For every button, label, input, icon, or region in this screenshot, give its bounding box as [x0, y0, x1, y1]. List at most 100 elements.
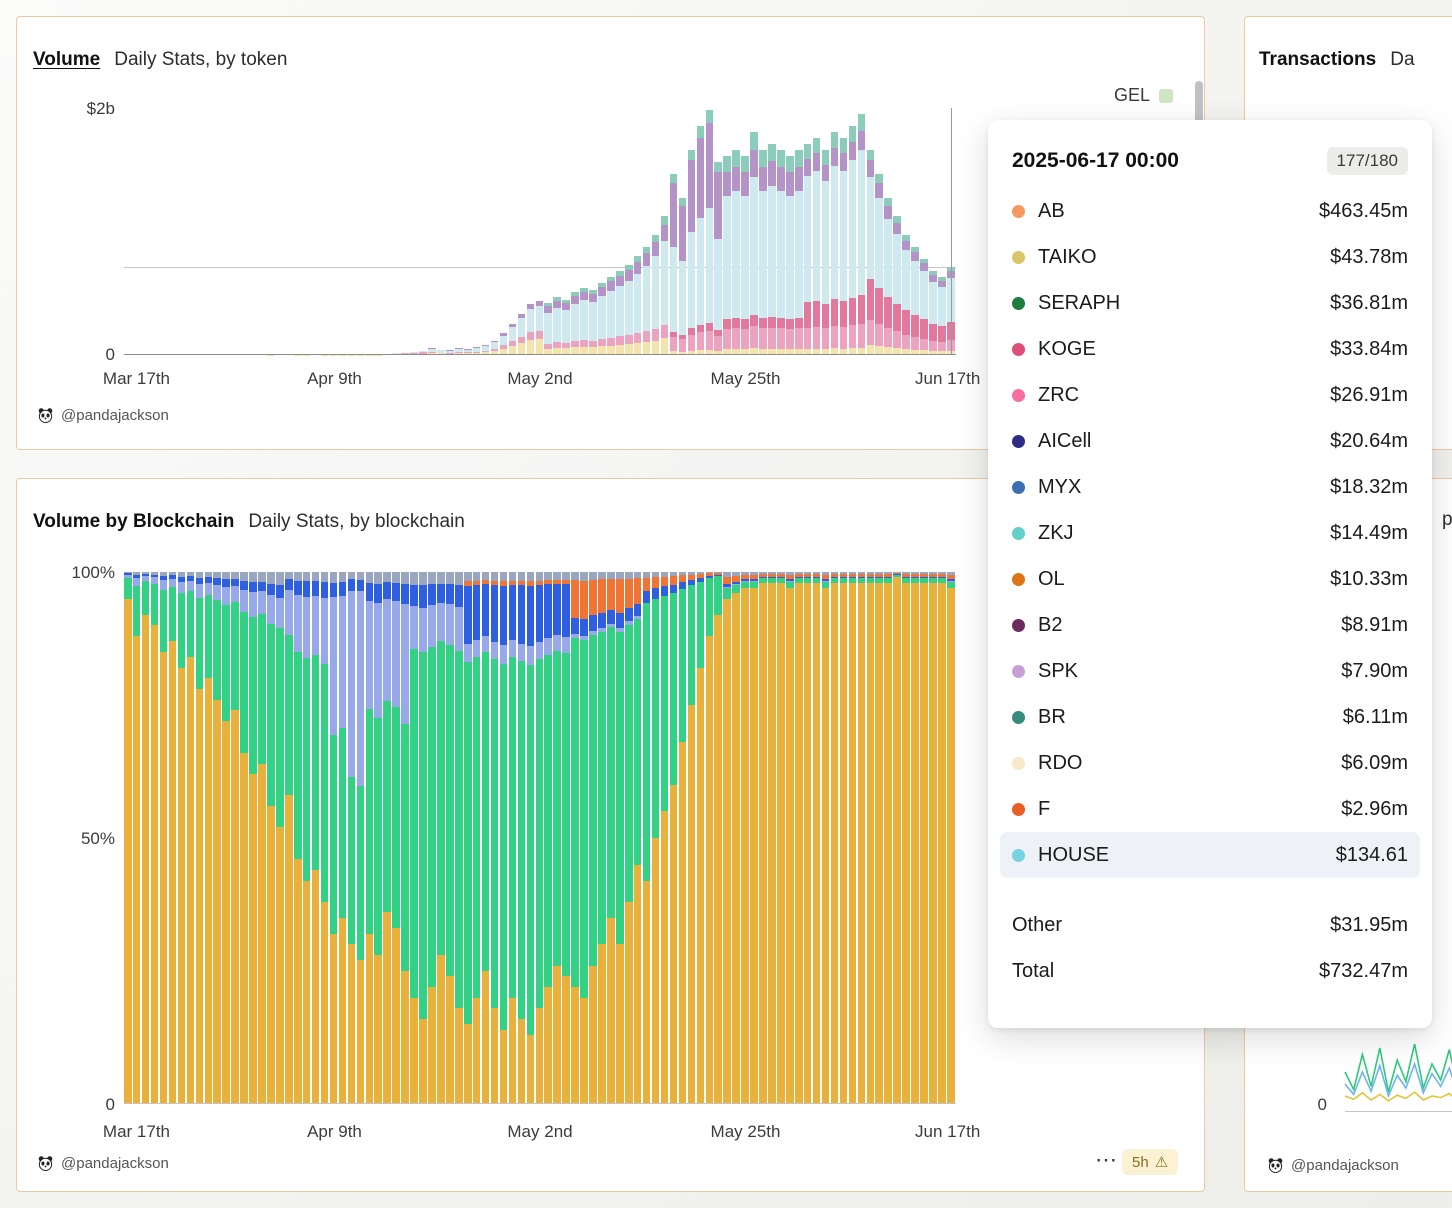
- blockchain-bar[interactable]: [804, 572, 812, 1104]
- volume-bar[interactable]: [571, 292, 579, 355]
- legend-item-gel[interactable]: GEL: [1114, 85, 1173, 106]
- blockchain-bar[interactable]: [840, 572, 848, 1104]
- blockchain-bar[interactable]: [249, 572, 257, 1104]
- volume-bar[interactable]: [562, 300, 570, 355]
- blockchain-bar[interactable]: [697, 572, 705, 1104]
- blockchain-bar[interactable]: [929, 572, 937, 1104]
- blockchain-bar[interactable]: [205, 572, 213, 1104]
- blockchain-bar[interactable]: [795, 572, 803, 1104]
- blockchain-bar[interactable]: [893, 572, 901, 1104]
- blockchain-bar[interactable]: [598, 572, 606, 1104]
- volume-bar[interactable]: [509, 324, 517, 355]
- blockchain-bar[interactable]: [196, 572, 204, 1104]
- blockchain-bar[interactable]: [741, 572, 749, 1104]
- blockchain-bar[interactable]: [267, 572, 275, 1104]
- blockchain-bar[interactable]: [446, 572, 454, 1104]
- blockchain-bar[interactable]: [947, 572, 955, 1104]
- blockchain-bar[interactable]: [366, 572, 374, 1104]
- volume-bar[interactable]: [795, 150, 803, 355]
- volume-bar[interactable]: [518, 314, 526, 355]
- volume-bar[interactable]: [607, 277, 615, 355]
- volume-bar[interactable]: [706, 110, 714, 355]
- volume-bar[interactable]: [911, 247, 919, 355]
- blockchain-bar[interactable]: [625, 572, 633, 1104]
- bottom-right-attribution[interactable]: @pandajackson: [1267, 1157, 1399, 1174]
- volume-bar[interactable]: [589, 290, 597, 355]
- volume-bar[interactable]: [777, 150, 785, 355]
- blockchain-bar[interactable]: [750, 572, 758, 1104]
- blockchain-bar[interactable]: [938, 572, 946, 1104]
- volume-bar[interactable]: [697, 126, 705, 355]
- volume-bar[interactable]: [893, 216, 901, 355]
- volume-bar[interactable]: [580, 288, 588, 355]
- blockchain-bar[interactable]: [187, 572, 195, 1104]
- volume-bar[interactable]: [741, 156, 749, 355]
- volume-bar[interactable]: [714, 162, 722, 355]
- volume-bar[interactable]: [634, 256, 642, 355]
- volume-bar[interactable]: [553, 297, 561, 355]
- blockchain-bar[interactable]: [410, 572, 418, 1104]
- blockchain-bar[interactable]: [518, 572, 526, 1104]
- volume-bar[interactable]: [867, 150, 875, 355]
- blockchain-bar[interactable]: [258, 572, 266, 1104]
- volume-bar[interactable]: [679, 198, 687, 355]
- blockchain-bar[interactable]: [732, 572, 740, 1104]
- blockchain-bar[interactable]: [294, 572, 302, 1104]
- blockchain-bar[interactable]: [222, 572, 230, 1104]
- volume-bar[interactable]: [822, 150, 830, 355]
- blockchain-bar[interactable]: [723, 572, 731, 1104]
- volume-bar[interactable]: [625, 265, 633, 355]
- blockchain-bar[interactable]: [500, 572, 508, 1104]
- blockchain-bar[interactable]: [240, 572, 248, 1104]
- blockchain-attribution[interactable]: @pandajackson: [37, 1155, 169, 1172]
- volume-bar[interactable]: [920, 259, 928, 355]
- blockchain-bar[interactable]: [875, 572, 883, 1104]
- blockchain-bar[interactable]: [231, 572, 239, 1104]
- blockchain-bar[interactable]: [679, 572, 687, 1104]
- blockchain-bar[interactable]: [419, 572, 427, 1104]
- blockchain-bar[interactable]: [142, 572, 150, 1104]
- blockchain-bar[interactable]: [401, 572, 409, 1104]
- blockchain-bar[interactable]: [911, 572, 919, 1104]
- blockchain-bar[interactable]: [661, 572, 669, 1104]
- blockchain-bar[interactable]: [768, 572, 776, 1104]
- legend-scrollbar[interactable]: [1195, 81, 1203, 123]
- blockchain-bar[interactable]: [634, 572, 642, 1104]
- blockchain-bar[interactable]: [178, 572, 186, 1104]
- blockchain-bar[interactable]: [670, 572, 678, 1104]
- blockchain-bar[interactable]: [884, 572, 892, 1104]
- volume-bar[interactable]: [884, 198, 892, 355]
- blockchain-bar[interactable]: [607, 572, 615, 1104]
- blockchain-bar[interactable]: [867, 572, 875, 1104]
- blockchain-bar[interactable]: [786, 572, 794, 1104]
- blockchain-bar[interactable]: [589, 572, 597, 1104]
- blockchain-bar[interactable]: [831, 572, 839, 1104]
- blockchain-bar[interactable]: [688, 572, 696, 1104]
- blockchain-bar[interactable]: [339, 572, 347, 1104]
- volume-bar[interactable]: [643, 247, 651, 355]
- blockchain-bar[interactable]: [151, 572, 159, 1104]
- blockchain-bar[interactable]: [473, 572, 481, 1104]
- volume-attribution[interactable]: @pandajackson: [37, 407, 169, 424]
- volume-bar[interactable]: [544, 303, 552, 355]
- blockchain-bar[interactable]: [133, 572, 141, 1104]
- blockchain-bar[interactable]: [509, 572, 517, 1104]
- volume-bar[interactable]: [616, 271, 624, 355]
- blockchain-bar[interactable]: [902, 572, 910, 1104]
- blockchain-bar[interactable]: [920, 572, 928, 1104]
- blockchain-bar[interactable]: [527, 572, 535, 1104]
- blockchain-bar[interactable]: [321, 572, 329, 1104]
- blockchain-bar[interactable]: [714, 572, 722, 1104]
- volume-bar[interactable]: [858, 114, 866, 355]
- blockchain-bar[interactable]: [374, 572, 382, 1104]
- blockchain-bar[interactable]: [858, 572, 866, 1104]
- blockchain-bar[interactable]: [455, 572, 463, 1104]
- blockchain-bar[interactable]: [813, 572, 821, 1104]
- blockchain-bar[interactable]: [357, 572, 365, 1104]
- blockchain-bar[interactable]: [571, 572, 579, 1104]
- blockchain-bar[interactable]: [580, 572, 588, 1104]
- volume-bar[interactable]: [875, 174, 883, 355]
- volume-bar[interactable]: [813, 138, 821, 355]
- volume-bar[interactable]: [652, 235, 660, 355]
- blockchain-bar[interactable]: [652, 572, 660, 1104]
